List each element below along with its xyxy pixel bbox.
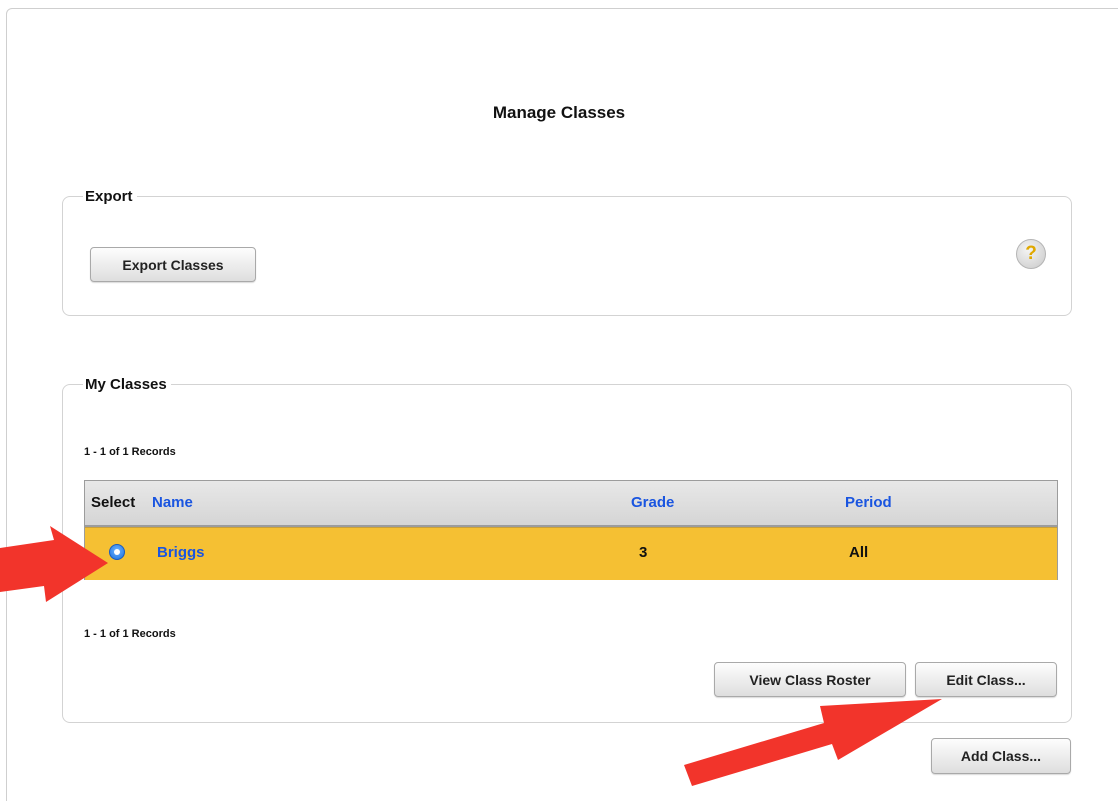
records-count-top: 1 - 1 of 1 Records — [84, 446, 176, 458]
export-classes-button[interactable]: Export Classes — [90, 247, 256, 282]
class-period: All — [849, 544, 869, 561]
class-name-link[interactable]: Briggs — [157, 544, 205, 561]
table-header: Select Name Grade Period — [85, 481, 1057, 527]
export-legend: Export — [85, 188, 133, 205]
select-radio-button[interactable] — [109, 544, 125, 560]
my-classes-legend: My Classes — [85, 376, 167, 393]
class-grade: 3 — [639, 544, 648, 561]
page: Manage Classes Export Export Classes ? M… — [0, 0, 1118, 801]
view-class-roster-button[interactable]: View Class Roster — [714, 662, 906, 697]
column-header-period[interactable]: Period — [845, 494, 892, 511]
column-header-name[interactable]: Name — [152, 494, 193, 511]
help-icon[interactable]: ? — [1016, 239, 1046, 269]
page-title: Manage Classes — [492, 103, 626, 122]
table-row[interactable]: Briggs 3 All — [85, 527, 1057, 580]
add-class-button[interactable]: Add Class... — [931, 738, 1071, 774]
classes-table: Select Name Grade Period Briggs 3 All — [84, 480, 1058, 580]
column-header-select: Select — [91, 494, 136, 511]
column-header-grade[interactable]: Grade — [631, 494, 674, 511]
edit-class-button[interactable]: Edit Class... — [915, 662, 1057, 697]
records-count-bottom: 1 - 1 of 1 Records — [84, 628, 176, 640]
